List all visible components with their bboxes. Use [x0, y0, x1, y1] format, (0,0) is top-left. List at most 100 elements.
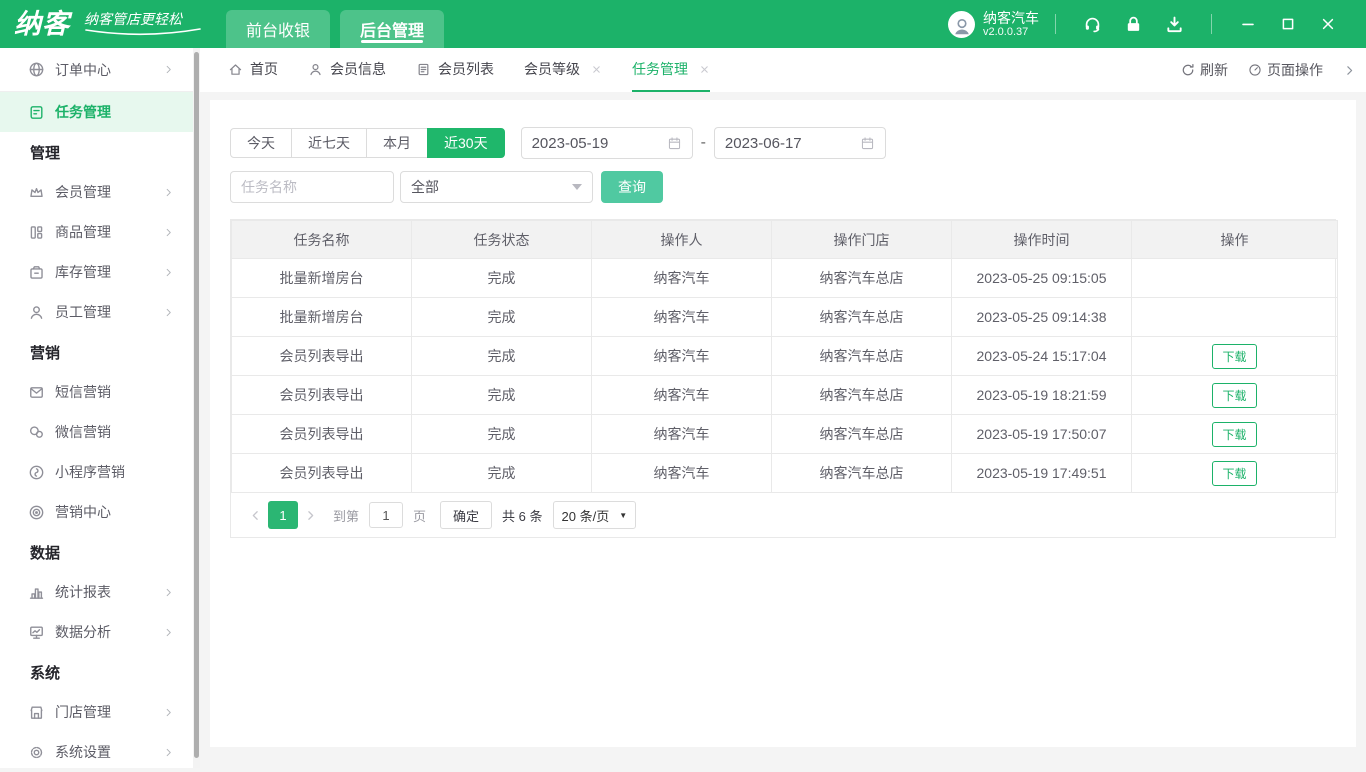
miniprogram-icon — [28, 464, 45, 481]
download-button[interactable]: 下载 — [1212, 383, 1256, 408]
next-page-button[interactable] — [304, 509, 317, 522]
sidebar-scrollbar-thumb[interactable] — [194, 52, 199, 758]
app-logo: 纳客 — [14, 11, 70, 38]
calendar-icon — [667, 136, 682, 151]
sidebar-item-staff-management[interactable]: 员工管理 — [0, 292, 200, 332]
marketing-target-icon — [28, 504, 45, 521]
headset-icon[interactable] — [1083, 15, 1102, 34]
column-header: 任务名称 — [232, 221, 412, 259]
confirm-page-button[interactable]: 确定 — [440, 501, 492, 529]
chevron-right-icon[interactable] — [1343, 64, 1356, 77]
topbar-right: 纳客汽车 v2.0.0.37 — [948, 0, 1366, 48]
nav-tab-front-cashier[interactable]: 前台收银 — [226, 10, 330, 48]
refresh-button[interactable]: 刷新 — [1181, 60, 1228, 80]
lock-icon[interactable] — [1124, 15, 1143, 34]
chevron-down-icon: ▼ — [619, 511, 627, 520]
current-page-button[interactable]: 1 — [268, 501, 298, 529]
sidebar-item-task-management[interactable]: 任务管理 — [0, 92, 200, 132]
time-cell: 2023-05-19 18:21:59 — [952, 376, 1132, 415]
tab-task-management[interactable]: 任务管理 — [632, 48, 710, 92]
close-icon[interactable] — [591, 64, 602, 75]
download-button[interactable]: 下载 — [1212, 461, 1256, 486]
tab-home[interactable]: 首页 — [228, 48, 278, 92]
store-cell: 纳客汽车总店 — [772, 259, 952, 298]
sidebar-item-label: 短信营销 — [55, 382, 111, 402]
user-name: 纳客汽车 — [983, 10, 1039, 26]
action-cell: 下载 — [1132, 376, 1338, 415]
time-cell: 2023-05-25 09:14:38 — [952, 298, 1132, 337]
pagination: 1 到第 页 确定 共 6 条 20 条/页 ▼ — [231, 493, 1335, 537]
user-icon — [308, 62, 323, 77]
tasks-table: 任务名称任务状态操作人操作门店操作时间操作 批量新增房台完成纳客汽车纳客汽车总店… — [230, 219, 1336, 538]
end-date-input[interactable]: 2023-06-17 — [714, 127, 886, 159]
status-cell: 完成 — [412, 376, 592, 415]
download-icon[interactable] — [1165, 15, 1184, 34]
sidebar-item-label: 营销中心 — [55, 502, 111, 522]
sidebar-item-wechat-marketing[interactable]: 微信营销 — [0, 412, 200, 452]
store-cell: 纳客汽车总店 — [772, 415, 952, 454]
time-cell: 2023-05-19 17:49:51 — [952, 454, 1132, 493]
download-button[interactable]: 下载 — [1212, 422, 1256, 447]
close-icon[interactable] — [699, 64, 710, 75]
app-logo-area: 纳客 纳客管店更轻松 — [0, 0, 226, 48]
store-icon — [28, 704, 45, 721]
sidebar-item-sms-marketing[interactable]: 短信营销 — [0, 372, 200, 412]
range-button-last-7-days[interactable]: 近七天 — [291, 128, 367, 158]
task-name-input[interactable] — [230, 171, 394, 203]
search-button[interactable]: 查询 — [601, 171, 663, 203]
tab-member-list[interactable]: 会员列表 — [416, 48, 494, 92]
table-row: 会员列表导出完成纳客汽车纳客汽车总店2023-05-19 17:50:07下载 — [232, 415, 1338, 454]
sidebar-item-label: 小程序营销 — [55, 462, 125, 482]
tab-label: 任务管理 — [632, 59, 688, 79]
task-board-icon — [28, 104, 45, 121]
action-cell: 下载 — [1132, 337, 1338, 376]
time-cell: 2023-05-24 15:17:04 — [952, 337, 1132, 376]
divider — [1211, 14, 1212, 34]
order-globe-icon — [28, 61, 45, 78]
sidebar-item-order-center[interactable]: 订单中心 — [0, 48, 200, 92]
sidebar: 订单中心任务管理管理会员管理商品管理库存管理员工管理营销短信营销微信营销小程序营… — [0, 48, 200, 768]
tab-label: 会员等级 — [524, 59, 580, 79]
operator-cell: 纳客汽车 — [592, 454, 772, 493]
sidebar-scrollbar-track[interactable] — [193, 48, 200, 768]
sidebar-section-system: 系统 — [0, 652, 200, 692]
range-button-today[interactable]: 今天 — [230, 128, 292, 158]
sidebar-item-data-analysis[interactable]: 数据分析 — [0, 612, 200, 652]
sidebar-item-system-settings[interactable]: 系统设置 — [0, 732, 200, 772]
tab-actions: 刷新 页面操作 — [1181, 48, 1356, 92]
nav-tab-backend-management[interactable]: 后台管理 — [340, 10, 444, 48]
sidebar-item-label: 订单中心 — [55, 60, 111, 80]
sidebar-item-label: 会员管理 — [55, 182, 111, 202]
nav-tab-label: 前台收银 — [246, 17, 310, 41]
prev-page-button[interactable] — [249, 509, 262, 522]
status-select[interactable]: 全部 — [400, 171, 593, 203]
table-row: 批量新增房台完成纳客汽车纳客汽车总店2023-05-25 09:15:05 — [232, 259, 1338, 298]
sidebar-item-label: 微信营销 — [55, 422, 111, 442]
sidebar-item-label: 任务管理 — [55, 102, 111, 122]
sidebar-item-member-management[interactable]: 会员管理 — [0, 172, 200, 212]
tab-member-level[interactable]: 会员等级 — [524, 48, 602, 92]
column-header: 任务状态 — [412, 221, 592, 259]
page-size-select[interactable]: 20 条/页 ▼ — [553, 501, 637, 529]
avatar[interactable] — [948, 11, 975, 38]
range-button-last-30-days[interactable]: 近30天 — [427, 128, 505, 158]
maximize-button[interactable] — [1280, 16, 1296, 32]
member-crown-icon — [28, 184, 45, 201]
start-date-value: 2023-05-19 — [532, 135, 609, 152]
refresh-icon — [1181, 63, 1195, 77]
sidebar-item-inventory-management[interactable]: 库存管理 — [0, 252, 200, 292]
minimize-button[interactable] — [1240, 16, 1256, 32]
sidebar-item-store-management[interactable]: 门店管理 — [0, 692, 200, 732]
page-ops-button[interactable]: 页面操作 — [1248, 60, 1323, 80]
sidebar-item-statistics-report[interactable]: 统计报表 — [0, 572, 200, 612]
range-button-this-month[interactable]: 本月 — [366, 128, 428, 158]
sidebar-item-miniprogram-marketing[interactable]: 小程序营销 — [0, 452, 200, 492]
start-date-input[interactable]: 2023-05-19 — [521, 127, 693, 159]
chevron-right-icon — [163, 307, 174, 318]
close-button[interactable] — [1320, 16, 1336, 32]
tab-member-info[interactable]: 会员信息 — [308, 48, 386, 92]
sidebar-item-goods-management[interactable]: 商品管理 — [0, 212, 200, 252]
sidebar-item-marketing-center[interactable]: 营销中心 — [0, 492, 200, 532]
download-button[interactable]: 下载 — [1212, 344, 1256, 369]
goto-page-input[interactable] — [369, 502, 403, 528]
